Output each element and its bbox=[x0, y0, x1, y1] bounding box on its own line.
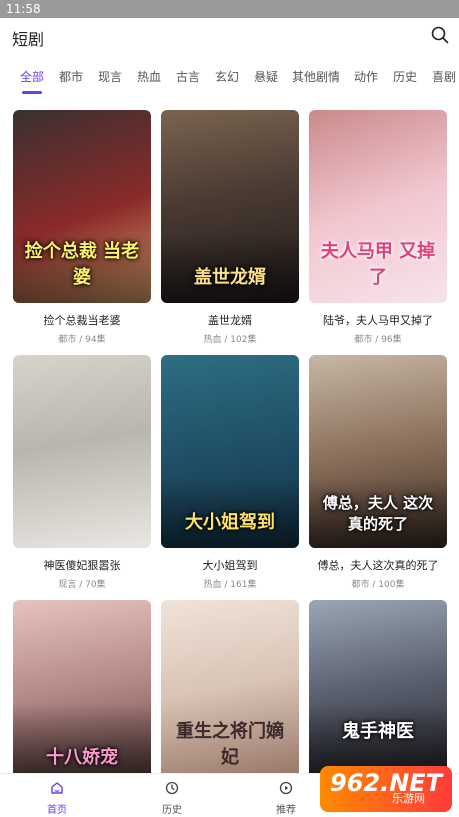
poster-caption: 夫人马甲 又掉了 bbox=[320, 241, 436, 288]
poster-caption: 盖世龙婿 bbox=[194, 267, 266, 288]
drama-card[interactable]: 傅总，夫人 这次真的死了 傅总，夫人这次真的死了 都市 / 100集 bbox=[309, 355, 447, 590]
watermark-subtext: 乐游网 bbox=[392, 792, 425, 805]
drama-title[interactable]: 陆爷，夫人马甲又掉了 bbox=[309, 312, 447, 328]
page-title: 短剧 bbox=[12, 30, 45, 49]
drama-poster[interactable]: 捡个总裁 当老婆 bbox=[13, 110, 151, 303]
tab-history[interactable]: 历史 bbox=[393, 68, 417, 85]
site-watermark: 962.NET 乐游网 bbox=[320, 766, 452, 812]
tab-city[interactable]: 都市 bbox=[59, 68, 83, 85]
drama-meta: 热血 / 161集 bbox=[203, 580, 257, 590]
drama-card[interactable]: 盖世龙婿 盖世龙婿 热血 / 102集 bbox=[161, 110, 299, 345]
tab-fantasy[interactable]: 玄幻 bbox=[215, 68, 239, 85]
tab-all[interactable]: 全部 bbox=[20, 68, 44, 85]
drama-meta: 都市 / 94集 bbox=[58, 335, 106, 345]
drama-title[interactable]: 大小姐驾到 bbox=[161, 557, 299, 573]
drama-title[interactable]: 捡个总裁当老婆 bbox=[13, 312, 151, 328]
drama-card[interactable]: 夫人马甲 又掉了 陆爷，夫人马甲又掉了 都市 / 96集 bbox=[309, 110, 447, 345]
tab-modern-romance[interactable]: 现言 bbox=[98, 68, 122, 85]
poster-caption: 重生之将门嫡妃 bbox=[176, 721, 284, 768]
drama-meta: 现言 / 70集 bbox=[58, 580, 106, 590]
drama-poster[interactable]: 夫人马甲 又掉了 bbox=[309, 110, 447, 303]
tab-suspense[interactable]: 悬疑 bbox=[254, 68, 278, 85]
drama-card[interactable]: 鬼手神医 bbox=[309, 600, 447, 773]
nav-recommend-label: 推荐 bbox=[276, 805, 296, 816]
poster-caption: 傅总，夫人 这次真的死了 bbox=[322, 494, 434, 533]
drama-title[interactable]: 傅总，夫人这次真的死了 bbox=[309, 557, 447, 573]
drama-card[interactable]: 捡个总裁 当老婆 捡个总裁当老婆 都市 / 94集 bbox=[13, 110, 151, 345]
drama-card[interactable]: 神医傻妃狠嚣张 现言 / 70集 bbox=[13, 355, 151, 590]
drama-poster[interactable]: 重生之将门嫡妃 bbox=[161, 600, 299, 773]
poster-caption: 鬼手神医 bbox=[342, 721, 414, 742]
drama-card[interactable]: 大小姐驾到 大小姐驾到 热血 / 161集 bbox=[161, 355, 299, 590]
category-tabs: 全部 都市 现言 热血 古言 玄幻 悬疑 其他剧情 动作 历史 喜剧 bbox=[0, 62, 459, 96]
active-tab-indicator bbox=[22, 91, 42, 94]
watermark-logo-text: 962.NET bbox=[330, 769, 443, 797]
drama-poster[interactable]: 鬼手神医 bbox=[309, 600, 447, 773]
drama-title[interactable]: 神医傻妃狠嚣张 bbox=[13, 557, 151, 573]
drama-meta: 热血 / 102集 bbox=[203, 335, 257, 345]
drama-poster[interactable]: 盖世龙婿 bbox=[161, 110, 299, 303]
clock-icon bbox=[165, 781, 179, 795]
home-icon bbox=[51, 782, 63, 794]
drama-poster[interactable] bbox=[13, 355, 151, 548]
nav-history[interactable]: 历史 bbox=[142, 780, 202, 816]
play-icon bbox=[279, 781, 293, 795]
search-icon[interactable] bbox=[431, 26, 449, 44]
tab-passion[interactable]: 热血 bbox=[137, 68, 161, 85]
tab-ancient-romance[interactable]: 古言 bbox=[176, 68, 200, 85]
poster-caption: 捡个总裁 当老婆 bbox=[24, 241, 140, 288]
app-header: 短剧 bbox=[0, 18, 459, 54]
status-bar: 11:58 bbox=[0, 0, 459, 18]
tab-action[interactable]: 动作 bbox=[354, 68, 378, 85]
drama-poster[interactable]: 十八娇宠 bbox=[13, 600, 151, 773]
drama-meta: 都市 / 96集 bbox=[354, 335, 402, 345]
status-time: 11:58 bbox=[6, 2, 41, 16]
drama-poster[interactable]: 大小姐驾到 bbox=[161, 355, 299, 548]
nav-history-label: 历史 bbox=[162, 805, 182, 816]
drama-card[interactable]: 十八娇宠 bbox=[13, 600, 151, 773]
nav-home[interactable]: 首页 bbox=[27, 780, 87, 816]
nav-home-label: 首页 bbox=[47, 805, 67, 816]
nav-recommend[interactable]: 推荐 bbox=[256, 780, 316, 816]
drama-title[interactable]: 盖世龙婿 bbox=[161, 312, 299, 328]
drama-poster[interactable]: 傅总，夫人 这次真的死了 bbox=[309, 355, 447, 548]
tab-other-drama[interactable]: 其他剧情 bbox=[292, 68, 340, 85]
poster-caption: 大小姐驾到 bbox=[185, 512, 275, 533]
poster-caption: 十八娇宠 bbox=[46, 747, 118, 768]
drama-card[interactable]: 重生之将门嫡妃 bbox=[161, 600, 299, 773]
tab-comedy[interactable]: 喜剧 bbox=[432, 68, 456, 85]
drama-meta: 都市 / 100集 bbox=[351, 580, 405, 590]
